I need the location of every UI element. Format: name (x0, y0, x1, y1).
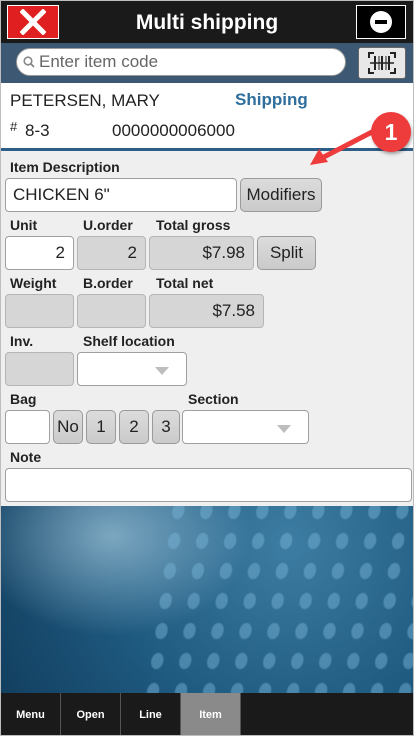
order-hash-symbol: # (10, 119, 18, 134)
app-frame: Multi shipping PETERSEN, MARY Shipping (0, 0, 414, 736)
total-net-label: Total net (156, 275, 214, 291)
shelf-location-label: Shelf location (83, 333, 175, 349)
minus-circle-icon (370, 11, 392, 33)
callout-badge: 1 (371, 112, 411, 152)
bag-label: Bag (10, 391, 37, 407)
nav-menu[interactable]: Menu (1, 693, 61, 735)
note-field[interactable] (5, 468, 412, 502)
uorder-label: U.order (83, 217, 133, 233)
modifiers-button[interactable]: Modifiers (240, 178, 322, 212)
item-description-label: Item Description (10, 159, 120, 175)
barcode-scan-icon (368, 52, 396, 74)
uorder-field: 2 (77, 236, 146, 270)
dropdown-arrow-icon (277, 425, 291, 433)
weight-label: Weight (10, 275, 57, 291)
section-select[interactable] (182, 410, 309, 444)
close-button[interactable] (7, 5, 59, 39)
bag-1-button[interactable]: 1 (86, 410, 116, 444)
header-bar: Multi shipping (1, 1, 413, 43)
unit-label: Unit (10, 217, 38, 233)
inv-field (5, 352, 74, 386)
search-icon (23, 56, 35, 68)
bag-2-button[interactable]: 2 (119, 410, 149, 444)
nav-item[interactable]: Item (181, 693, 241, 735)
callout-arrow-icon (310, 129, 375, 165)
total-net-field: $7.58 (149, 294, 264, 328)
dropdown-arrow-icon (155, 367, 169, 375)
order-number: 8-3 (25, 121, 50, 140)
decorative-banner (1, 506, 413, 693)
split-button[interactable]: Split (257, 236, 316, 270)
bottom-nav: Menu Open Line Item (1, 693, 413, 735)
bag-3-button[interactable]: 3 (152, 410, 180, 444)
customer-name: PETERSEN, MARY (10, 91, 160, 110)
note-label: Note (10, 449, 42, 465)
section-label: Section (188, 391, 239, 407)
close-icon (20, 9, 46, 35)
banner-dot-pattern (135, 506, 413, 693)
remove-button[interactable] (356, 5, 406, 39)
border-label: B.order (83, 275, 133, 291)
item-code-input[interactable] (16, 48, 346, 76)
nav-line[interactable]: Line (121, 693, 181, 735)
page-title: Multi shipping (135, 11, 279, 34)
customer-code: 0000000006000 (112, 121, 235, 140)
shelf-location-select[interactable] (77, 352, 187, 386)
unit-field[interactable]: 2 (5, 236, 74, 270)
nav-open[interactable]: Open (61, 693, 121, 735)
weight-field (5, 294, 74, 328)
inv-label: Inv. (10, 333, 34, 349)
total-gross-field: $7.98 (149, 236, 254, 270)
bag-field[interactable] (5, 410, 50, 444)
shipping-mode-label: Shipping (235, 90, 308, 109)
total-gross-label: Total gross (156, 217, 231, 233)
border-field (77, 294, 146, 328)
bag-no-button[interactable]: No (53, 410, 83, 444)
search-bar (1, 43, 413, 83)
item-description-field[interactable]: CHICKEN 6" (5, 178, 237, 212)
scan-button[interactable] (358, 47, 406, 79)
